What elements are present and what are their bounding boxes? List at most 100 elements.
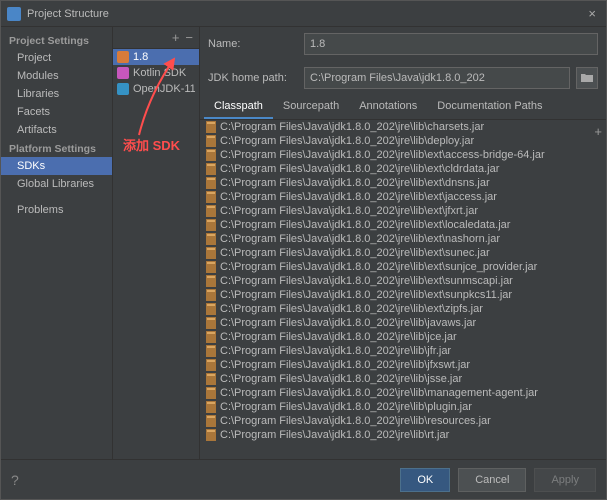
home-path-label: JDK home path: [208,72,298,84]
classpath-entry-path: C:\Program Files\Java\jdk1.8.0_202\jre\l… [220,191,497,203]
classpath-entry-path: C:\Program Files\Java\jdk1.8.0_202\jre\l… [220,275,513,287]
add-sdk-icon[interactable]: + [172,30,180,45]
classpath-entry[interactable]: C:\Program Files\Java\jdk1.8.0_202\jre\l… [200,316,606,330]
classpath-entry-path: C:\Program Files\Java\jdk1.8.0_202\jre\l… [220,135,474,147]
jar-file-icon [206,429,216,441]
sdk-list-panel: + − 1.8Kotlin SDKOpenJDK-11.0.4 添加 SDK [113,27,200,459]
tab-annotations[interactable]: Annotations [349,95,427,119]
home-path-input[interactable] [304,67,570,89]
classpath-entry[interactable]: C:\Program Files\Java\jdk1.8.0_202\jre\l… [200,372,606,386]
jar-file-icon [206,135,216,147]
classpath-entry-path: C:\Program Files\Java\jdk1.8.0_202\jre\l… [220,415,491,427]
project-structure-dialog: Project Structure × Project Settings Pro… [0,0,607,500]
jar-file-icon [206,205,216,217]
dialog-body: Project Settings ProjectModulesLibraries… [1,27,606,459]
browse-folder-icon[interactable] [576,67,598,89]
classpath-entry-path: C:\Program Files\Java\jdk1.8.0_202\jre\l… [220,261,537,273]
app-logo-icon [7,7,21,21]
jar-file-icon [206,233,216,245]
window-title: Project Structure [27,8,109,20]
classpath-entry-path: C:\Program Files\Java\jdk1.8.0_202\jre\l… [220,205,478,217]
jar-file-icon [206,121,216,133]
sdk-list-toolbar: + − [113,27,199,49]
classpath-entry-path: C:\Program Files\Java\jdk1.8.0_202\jre\l… [220,331,457,343]
jar-file-icon [206,289,216,301]
tab-classpath[interactable]: Classpath [204,95,273,119]
name-input[interactable] [304,33,598,55]
jar-file-icon [206,149,216,161]
sidebar-item-project[interactable]: Project [1,49,112,67]
classpath-entry[interactable]: C:\Program Files\Java\jdk1.8.0_202\jre\l… [200,274,606,288]
jar-file-icon [206,261,216,273]
cancel-button[interactable]: Cancel [458,468,526,492]
titlebar: Project Structure × [1,1,606,27]
sidebar-item-problems[interactable]: Problems [1,201,112,219]
classpath-entry[interactable]: C:\Program Files\Java\jdk1.8.0_202\jre\l… [200,246,606,260]
sidebar-group-1-items: ProjectModulesLibrariesFacetsArtifacts [1,49,112,139]
sidebar-group-3-items: Problems [1,201,112,219]
open-sdk-icon [117,83,129,95]
classpath-entry-path: C:\Program Files\Java\jdk1.8.0_202\jre\l… [220,373,462,385]
classpath-entry[interactable]: C:\Program Files\Java\jdk1.8.0_202\jre\l… [200,260,606,274]
classpath-entry-path: C:\Program Files\Java\jdk1.8.0_202\jre\l… [220,317,476,329]
classpath-entry[interactable]: C:\Program Files\Java\jdk1.8.0_202\jre\l… [200,176,606,190]
sidebar-item-libraries[interactable]: Libraries [1,85,112,103]
help-icon[interactable]: ? [11,472,19,488]
sidebar-item-artifacts[interactable]: Artifacts [1,121,112,139]
close-icon[interactable]: × [584,6,600,21]
sidebar-item-sdks[interactable]: SDKs [1,157,112,175]
classpath-entry-path: C:\Program Files\Java\jdk1.8.0_202\jre\l… [220,345,451,357]
classpath-entry[interactable]: C:\Program Files\Java\jdk1.8.0_202\jre\l… [200,302,606,316]
classpath-entry[interactable]: C:\Program Files\Java\jdk1.8.0_202\jre\l… [200,218,606,232]
jar-file-icon [206,275,216,287]
classpath-entry[interactable]: C:\Program Files\Java\jdk1.8.0_202\jre\l… [200,204,606,218]
jar-file-icon [206,373,216,385]
sidebar-item-facets[interactable]: Facets [1,103,112,121]
classpath-entry[interactable]: C:\Program Files\Java\jdk1.8.0_202\jre\l… [200,120,606,134]
classpath-entry-path: C:\Program Files\Java\jdk1.8.0_202\jre\l… [220,401,472,413]
jar-file-icon [206,177,216,189]
dialog-footer: ? OK Cancel Apply [1,459,606,499]
classpath-entry[interactable]: C:\Program Files\Java\jdk1.8.0_202\jre\l… [200,288,606,302]
classpath-entry[interactable]: C:\Program Files\Java\jdk1.8.0_202\jre\l… [200,162,606,176]
classpath-entry-path: C:\Program Files\Java\jdk1.8.0_202\jre\l… [220,121,484,133]
sdk-tabs: ClasspathSourcepathAnnotationsDocumentat… [200,95,606,120]
sdk-item-label: 1.8 [133,51,148,63]
sidebar-item-modules[interactable]: Modules [1,67,112,85]
home-path-row: JDK home path: [200,61,606,95]
sidebar-group-platform-settings: Platform Settings [1,139,112,157]
classpath-entry[interactable]: C:\Program Files\Java\jdk1.8.0_202\jre\l… [200,428,606,442]
sdk-list: 1.8 Kotlin SDK OpenJDK-11.0.4 [113,49,199,97]
classpath-entry[interactable]: C:\Program Files\Java\jdk1.8.0_202\jre\l… [200,358,606,372]
classpath-entry-path: C:\Program Files\Java\jdk1.8.0_202\jre\l… [220,149,545,161]
classpath-file-list[interactable]: C:\Program Files\Java\jdk1.8.0_202\jre\l… [200,120,606,459]
classpath-entry-path: C:\Program Files\Java\jdk1.8.0_202\jre\l… [220,359,470,371]
jar-file-icon [206,345,216,357]
remove-sdk-icon[interactable]: − [185,30,193,45]
classpath-entry[interactable]: C:\Program Files\Java\jdk1.8.0_202\jre\l… [200,400,606,414]
tab-sourcepath[interactable]: Sourcepath [273,95,349,119]
name-label: Name: [208,38,298,50]
classpath-entry[interactable]: C:\Program Files\Java\jdk1.8.0_202\jre\l… [200,134,606,148]
sidebar-item-global-libraries[interactable]: Global Libraries [1,175,112,193]
jar-file-icon [206,401,216,413]
sdk-item-label: Kotlin SDK [133,67,186,79]
classpath-entry[interactable]: C:\Program Files\Java\jdk1.8.0_202\jre\l… [200,232,606,246]
apply-button[interactable]: Apply [534,468,596,492]
classpath-entry[interactable]: C:\Program Files\Java\jdk1.8.0_202\jre\l… [200,330,606,344]
sidebar-group-2-items: SDKsGlobal Libraries [1,157,112,193]
classpath-entry[interactable]: C:\Program Files\Java\jdk1.8.0_202\jre\l… [200,190,606,204]
classpath-entry[interactable]: C:\Program Files\Java\jdk1.8.0_202\jre\l… [200,148,606,162]
jar-file-icon [206,317,216,329]
classpath-entry[interactable]: C:\Program Files\Java\jdk1.8.0_202\jre\l… [200,386,606,400]
jar-file-icon [206,191,216,203]
sdk-list-item[interactable]: 1.8 [113,49,199,65]
tab-documentation-paths[interactable]: Documentation Paths [427,95,552,119]
add-classpath-icon[interactable]: + [594,124,602,139]
jar-file-icon [206,163,216,175]
ok-button[interactable]: OK [400,468,450,492]
sdk-list-item[interactable]: OpenJDK-11.0.4 [113,81,199,97]
classpath-entry[interactable]: C:\Program Files\Java\jdk1.8.0_202\jre\l… [200,344,606,358]
classpath-entry[interactable]: C:\Program Files\Java\jdk1.8.0_202\jre\l… [200,414,606,428]
sdk-list-item[interactable]: Kotlin SDK [113,65,199,81]
